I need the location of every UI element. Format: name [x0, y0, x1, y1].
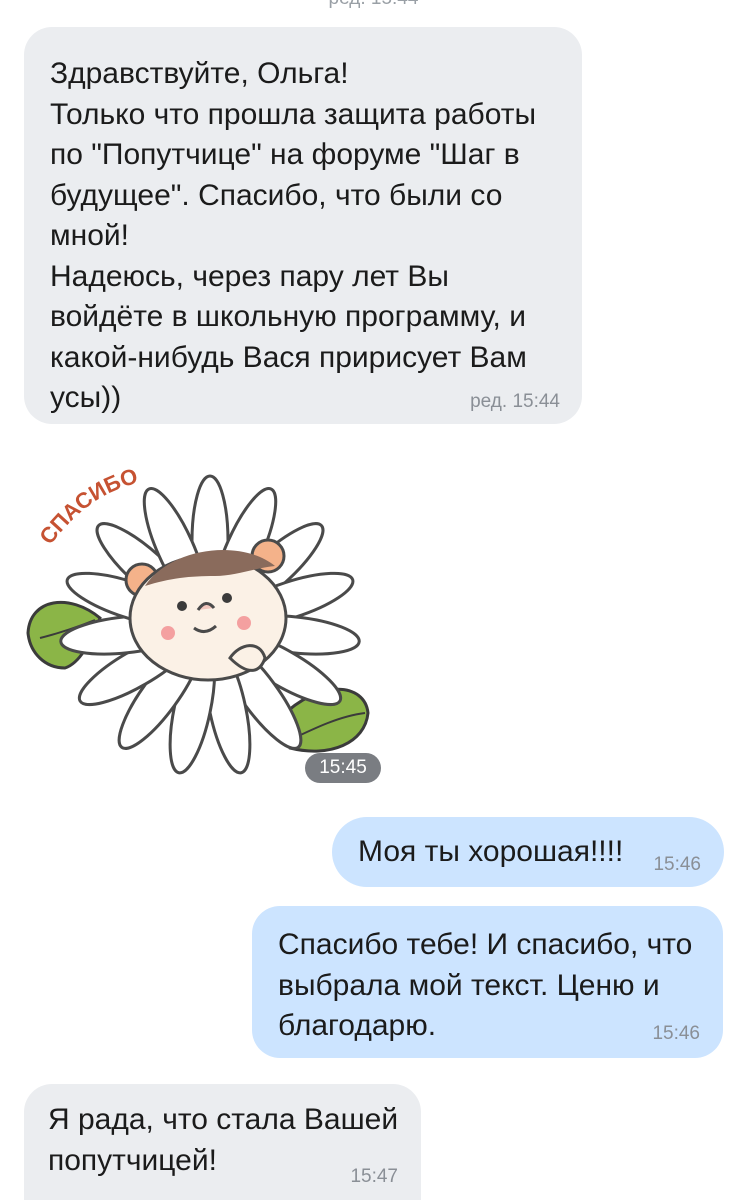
- message-text: Здравствуйте, Ольга! Только что прошла з…: [50, 57, 537, 414]
- message-timestamp: ред. 15:44: [470, 391, 560, 412]
- message-timestamp: 15:46: [652, 1023, 700, 1044]
- previous-message-meta: ред. 15:44: [0, 0, 747, 10]
- chat-history[interactable]: ред. 15:44 Здравствуйте, Ольга! Только ч…: [0, 0, 747, 1200]
- message-bubble-outgoing[interactable]: Моя ты хорошая!!!! 15:46: [332, 817, 724, 887]
- sticker-timestamp: 15:45: [305, 753, 381, 783]
- message-bubble-incoming[interactable]: Здравствуйте, Ольга! Только что прошла з…: [24, 27, 582, 424]
- message-timestamp: 15:47: [350, 1166, 398, 1187]
- message-timestamp: 15:46: [653, 854, 701, 875]
- sticker-hamster-daisy[interactable]: СПАСИБО: [20, 458, 400, 788]
- message-bubble-incoming[interactable]: Я рада, что стала Вашей попутчицей! 15:4…: [24, 1084, 421, 1200]
- message-text: Спасибо тебе! И спасибо, что выбрала мой…: [278, 928, 693, 1042]
- message-bubble-outgoing[interactable]: Спасибо тебе! И спасибо, что выбрала мой…: [252, 906, 723, 1058]
